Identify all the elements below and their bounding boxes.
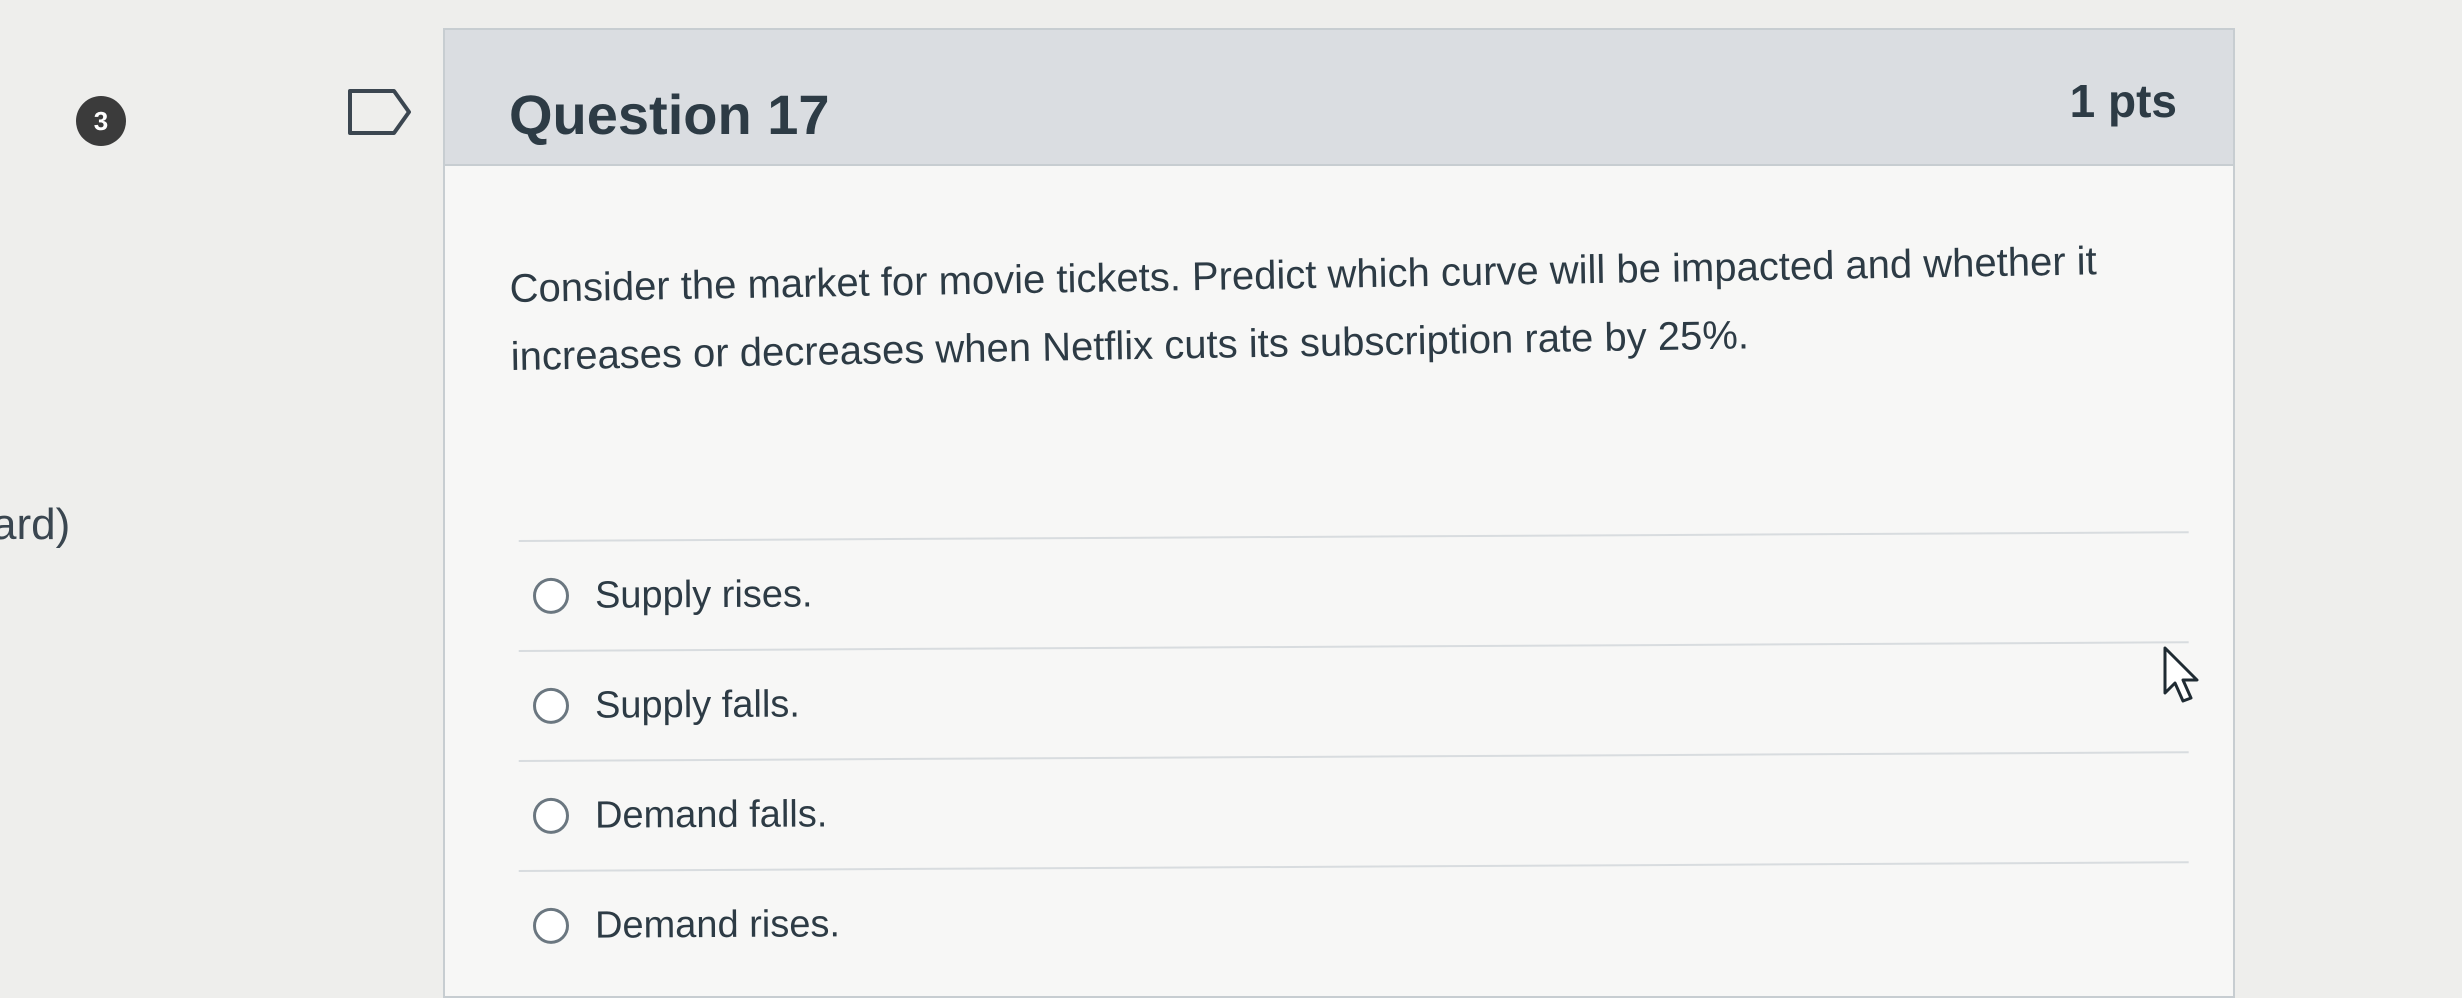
question-header: Question 17 1 pts [445, 30, 2233, 166]
question-card: Question 17 1 pts Consider the market fo… [443, 28, 2235, 998]
answer-supply-rises[interactable]: Supply rises. [518, 531, 2190, 650]
answer-demand-falls[interactable]: Demand falls. [518, 751, 2190, 870]
question-title: Question 17 [509, 83, 830, 146]
radio-button[interactable] [532, 687, 570, 724]
answer-supply-falls[interactable]: Supply falls. [518, 641, 2190, 760]
partial-left-text: ard) [0, 500, 71, 549]
answer-label: Supply falls. [594, 683, 800, 727]
answer-label: Demand rises. [594, 902, 841, 947]
question-number-badge: 3 [76, 96, 126, 146]
answer-demand-rises[interactable]: Demand rises. [518, 861, 2190, 980]
question-text: Consider the market for movie tickets. P… [509, 239, 2098, 379]
radio-button[interactable] [532, 907, 570, 944]
answer-list: Supply rises. Supply falls. Demand falls… [518, 531, 2190, 980]
answer-label: Demand falls. [594, 792, 828, 837]
answer-label: Supply rises. [594, 572, 813, 617]
mouse-pointer-icon [2163, 646, 2199, 703]
radio-button[interactable] [532, 577, 570, 614]
radio-button[interactable] [532, 797, 570, 834]
left-rail: 3 ard) [0, 0, 411, 981]
question-points: 1 pts [2069, 75, 2177, 127]
badge-count: 3 [93, 105, 109, 136]
flag-outline-icon[interactable] [346, 86, 414, 138]
